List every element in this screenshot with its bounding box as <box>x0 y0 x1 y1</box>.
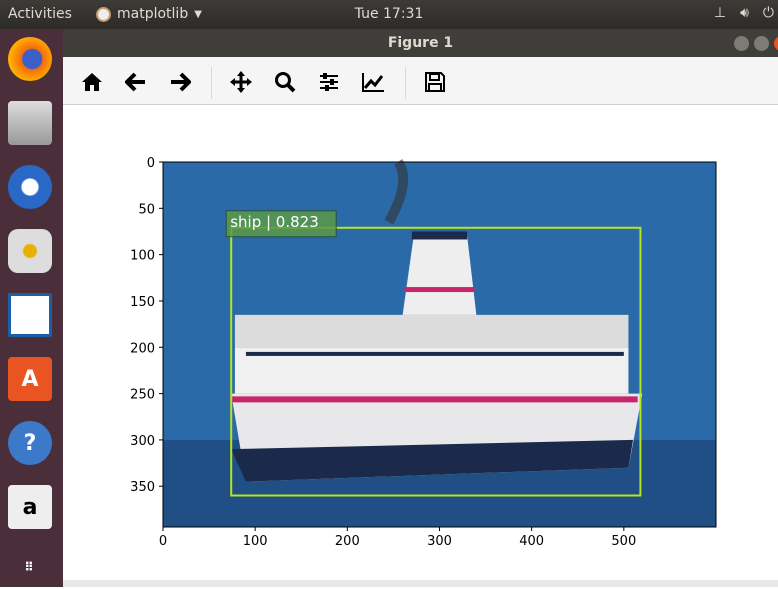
dock-thunderbird[interactable] <box>8 165 52 209</box>
y-tick-label: 200 <box>130 341 155 356</box>
funnel-top <box>411 231 468 240</box>
home-icon <box>82 73 102 91</box>
network-icon: ⊥ <box>713 5 727 21</box>
configure-subplots-button[interactable] <box>316 69 342 95</box>
x-tick-label: 200 <box>335 534 360 549</box>
x-tick-label: 500 <box>611 534 636 549</box>
close-button[interactable] <box>774 36 778 51</box>
x-tick-label: 400 <box>519 534 544 549</box>
show-applications-button[interactable]: ⠿ <box>8 545 52 589</box>
y-tick-label: 150 <box>130 295 155 310</box>
arrow-left-icon <box>125 72 145 92</box>
y-tick-label: 350 <box>130 480 155 495</box>
zoom-button[interactable] <box>272 69 298 95</box>
edit-axis-button[interactable] <box>360 69 386 95</box>
x-tick-label: 300 <box>427 534 452 549</box>
top-bar: Activities matplotlib ▼ Tue 17:31 ⊥ 🔊︎ ⏻ <box>0 0 778 29</box>
dock-rhythmbox[interactable] <box>8 229 52 273</box>
x-tick-label: 0 <box>159 534 167 549</box>
dock-amazon[interactable]: a <box>8 485 52 529</box>
move-icon <box>230 71 252 93</box>
figure-canvas[interactable]: 0 100 200 300 400 500 0 50 100 150 200 250 300 350 shi… <box>63 106 778 580</box>
home-button[interactable] <box>79 69 105 95</box>
y-tick-label: 0 <box>147 156 155 171</box>
maximize-button[interactable] <box>754 36 769 51</box>
dock: A ? a ⠿ <box>0 29 63 587</box>
y-tick-label: 250 <box>130 388 155 403</box>
y-tick-label: 100 <box>130 249 155 264</box>
dock-files[interactable] <box>8 101 52 145</box>
detection-label: ship | 0.823 <box>230 213 319 231</box>
ship-windows <box>245 351 624 356</box>
status-bar <box>63 580 778 587</box>
ship-funnel <box>402 236 477 315</box>
toolbar-separator <box>405 67 406 99</box>
x-tick-label: 100 <box>243 534 268 549</box>
dock-software[interactable]: A <box>8 357 52 401</box>
power-icon: ⏻ <box>762 5 774 21</box>
dock-writer[interactable] <box>8 293 52 337</box>
funnel-stripe <box>404 287 475 293</box>
toolbar-separator <box>211 67 212 99</box>
window-title: Figure 1 <box>387 35 454 51</box>
sliders-icon <box>320 73 338 91</box>
clock[interactable]: Tue 17:31 <box>0 6 778 22</box>
window-titlebar[interactable]: Figure 1 <box>63 29 778 57</box>
floppy-disk-icon <box>425 72 445 92</box>
volume-icon: 🔊︎ <box>740 5 749 21</box>
forward-button[interactable] <box>167 69 193 95</box>
back-button[interactable] <box>123 69 149 95</box>
arrow-right-icon <box>171 72 191 92</box>
magnifier-icon <box>275 72 296 93</box>
ship-upper-deck <box>234 314 629 348</box>
save-button[interactable] <box>422 69 448 95</box>
line-chart-icon <box>362 73 384 92</box>
minimize-button[interactable] <box>734 36 749 51</box>
ship-stripe <box>231 396 638 403</box>
axes[interactable]: 0 100 200 300 400 500 0 50 100 150 200 250 300 350 shi… <box>63 106 778 580</box>
system-tray[interactable]: ⊥ 🔊︎ ⏻ <box>714 5 774 21</box>
y-tick-label: 50 <box>138 202 155 217</box>
y-tick-label: 300 <box>130 434 155 449</box>
dock-firefox[interactable] <box>8 37 52 81</box>
pan-button[interactable] <box>228 69 254 95</box>
dock-help[interactable]: ? <box>8 421 52 465</box>
toolbar <box>63 57 778 105</box>
